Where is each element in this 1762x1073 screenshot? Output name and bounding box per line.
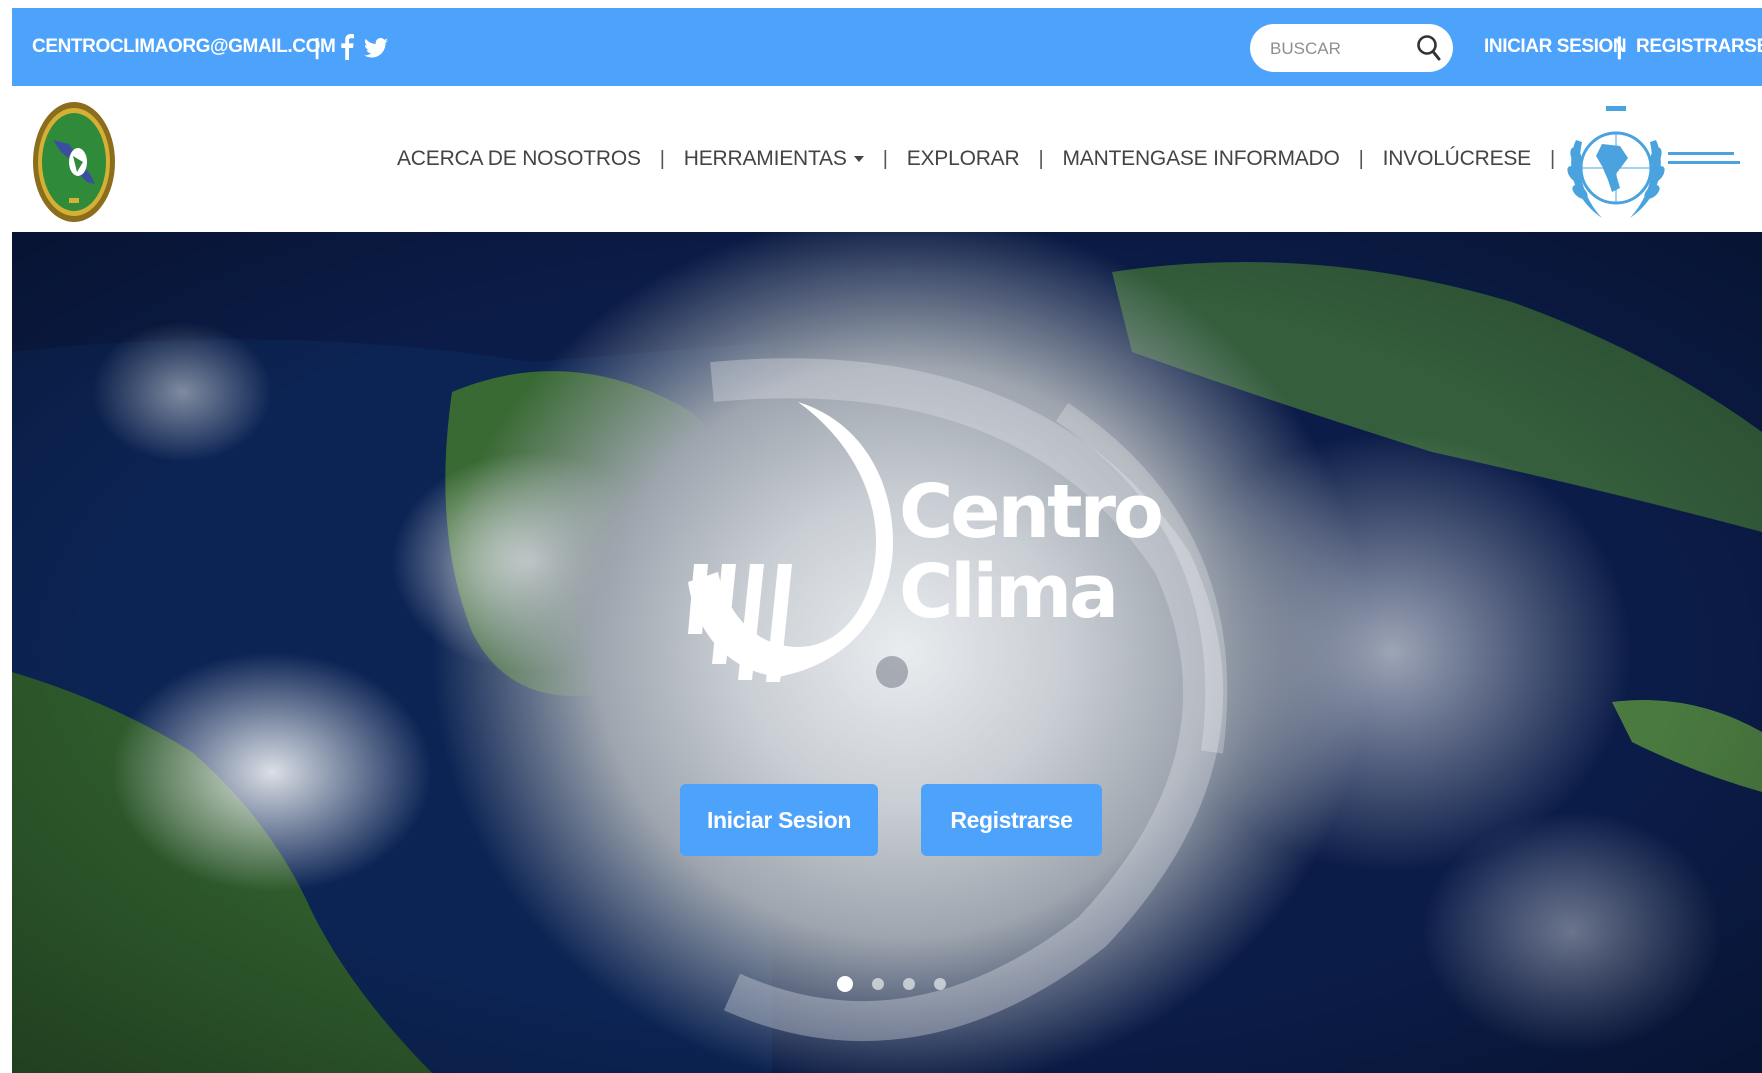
nav-item-herramientas-label: HERRAMIENTAS <box>683 147 847 170</box>
nav-item-mantengase-informado[interactable]: MANTENGASE INFORMADO <box>1062 147 1339 171</box>
centroclima-logo-icon <box>688 402 898 682</box>
topbar-separator-2: | <box>1616 33 1623 60</box>
twitter-icon[interactable] <box>364 38 388 58</box>
facebook-icon[interactable] <box>340 34 354 60</box>
nav-item-explorar[interactable]: EXPLORAR <box>907 147 1020 171</box>
nav-divider: | <box>1358 147 1364 170</box>
brand-line-2: Clima <box>899 549 1119 635</box>
crrh-laurel-logo[interactable] <box>1562 100 1752 224</box>
caret-down-icon <box>853 156 864 163</box>
nav-item-herramientas[interactable]: HERRAMIENTAS <box>684 147 864 171</box>
brand-line-1: Centro <box>899 469 1164 555</box>
brand-wordmark: Centro Clima <box>899 469 1164 635</box>
top-bar: CENTROCLIMAORG@GMAIL.COM | INICIAR SESIO… <box>12 8 1762 86</box>
carousel-indicators <box>837 972 965 996</box>
nav-item-involucrese[interactable]: INVOLÚCRESE <box>1383 147 1532 171</box>
carousel-dot[interactable] <box>934 978 946 990</box>
nav-divider: | <box>659 147 665 170</box>
nav-divider: | <box>1038 147 1044 170</box>
nav-menu: ACERCA DE NOSOTROS | HERRAMIENTAS | EXPL… <box>397 86 1574 232</box>
carousel-dot[interactable] <box>872 978 884 990</box>
header-login-link[interactable]: INICIAR SESION <box>1484 8 1627 86</box>
hero-register-button[interactable]: Registrarse <box>921 784 1102 856</box>
page: CENTROCLIMAORG@GMAIL.COM | INICIAR SESIO… <box>0 0 1762 1073</box>
regional-seal-logo[interactable] <box>31 100 117 224</box>
search-box <box>1250 24 1453 74</box>
nav-item-acerca[interactable]: ACERCA DE NOSOTROS <box>397 147 641 171</box>
search-input[interactable] <box>1268 24 1412 74</box>
carousel-dot[interactable] <box>837 976 853 992</box>
contact-email[interactable]: CENTROCLIMAORG@GMAIL.COM <box>32 8 336 86</box>
nav-divider: | <box>1550 147 1555 170</box>
nav-divider: | <box>882 147 888 170</box>
hero-banner: Centro Clima Iniciar Sesion Registrarse <box>12 232 1762 1073</box>
main-nav: ACERCA DE NOSOTROS | HERRAMIENTAS | EXPL… <box>12 86 1762 232</box>
hero-login-button[interactable]: Iniciar Sesion <box>680 784 878 856</box>
carousel-dot[interactable] <box>903 978 915 990</box>
topbar-separator: | <box>314 34 321 59</box>
search-icon[interactable] <box>1416 34 1444 62</box>
header-register-link[interactable]: REGISTRARSE <box>1636 8 1762 86</box>
